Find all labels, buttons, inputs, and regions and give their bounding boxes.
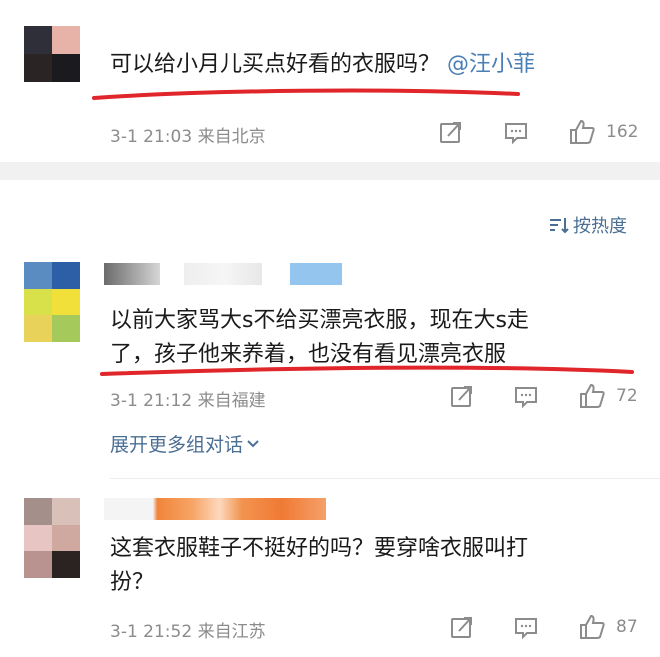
comment-body-line2: 了，孩子他来养着，也没有看见漂亮衣服	[110, 342, 507, 367]
share-icon[interactable]	[449, 615, 475, 641]
like-icon[interactable]	[578, 613, 606, 641]
avatar[interactable]	[24, 498, 80, 578]
location: 来自福建	[197, 391, 266, 411]
row-divider	[110, 478, 660, 479]
share-icon[interactable]	[438, 120, 464, 146]
username-blurred[interactable]	[104, 498, 326, 520]
comment-body: 可以给小月儿买点好看的衣服吗？	[110, 52, 441, 77]
like-icon[interactable]	[578, 382, 606, 410]
sort-icon	[550, 218, 569, 234]
location: 来自北京	[197, 127, 266, 147]
section-divider	[0, 162, 660, 180]
timestamp: 3-1 21:03	[110, 127, 193, 147]
mention-link[interactable]: @汪小菲	[447, 52, 535, 77]
like-count: 162	[606, 122, 639, 142]
comment-meta: 3-1 21:12 来自福建	[110, 386, 266, 411]
avatar[interactable]	[24, 262, 80, 342]
expand-label: 展开更多组对话	[110, 434, 244, 456]
avatar[interactable]	[24, 26, 80, 82]
comment-meta: 3-1 21:52 来自江苏	[110, 617, 266, 642]
timestamp: 3-1 21:12	[110, 391, 193, 411]
comment-body-line1: 这套衣服鞋子不挺好的吗？要穿啥衣服叫打	[110, 536, 529, 561]
comment-text: 以前大家骂大s不给买漂亮衣服，现在大s走 了，孩子他来养着，也没有看见漂亮衣服	[110, 304, 529, 372]
highlight-underline	[92, 88, 520, 100]
chevron-down-icon	[247, 439, 259, 447]
comment-meta: 3-1 21:03 来自北京	[110, 122, 266, 147]
expand-replies-link[interactable]: 展开更多组对话	[110, 430, 261, 457]
like-count: 72	[616, 386, 638, 406]
share-icon[interactable]	[449, 384, 475, 410]
timestamp: 3-1 21:52	[110, 622, 193, 642]
comment-body-line2: 扮？	[110, 570, 155, 595]
comment-body-line1: 以前大家骂大s不给买漂亮衣服，现在大s走	[110, 308, 529, 333]
location: 来自江苏	[197, 622, 266, 642]
sort-button[interactable]: 按热度	[548, 212, 627, 238]
user-badge	[290, 263, 342, 285]
comment-icon[interactable]	[503, 120, 529, 146]
username-blurred[interactable]	[104, 263, 160, 285]
like-count: 87	[616, 617, 638, 637]
comment-icon[interactable]	[513, 615, 539, 641]
sort-label: 按热度	[573, 216, 627, 237]
comment-icon[interactable]	[513, 384, 539, 410]
comment-text: 可以给小月儿买点好看的衣服吗？ @汪小菲	[110, 48, 535, 82]
username-blurred-2	[184, 263, 262, 285]
comment-text: 这套衣服鞋子不挺好的吗？要穿啥衣服叫打 扮？	[110, 532, 528, 600]
like-icon[interactable]	[568, 118, 596, 146]
